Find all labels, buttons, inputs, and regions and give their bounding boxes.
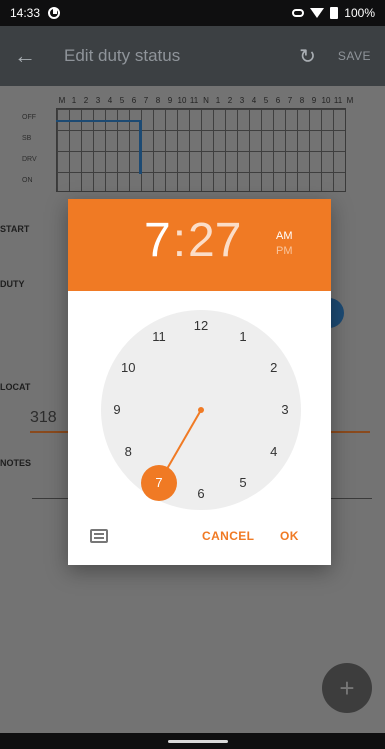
clock-number-3[interactable]: 3	[270, 400, 300, 420]
time-picker-dialog: 7 : 27 AM PM 12 1 2 3 4 5 6 7 8 9 10 11 CANCEL OK	[68, 199, 331, 565]
duty-status-line	[56, 120, 140, 122]
hour-label: M	[346, 96, 354, 105]
wifi-icon	[310, 8, 325, 18]
hour-label: 7	[287, 96, 293, 105]
page-title: Edit duty status	[64, 46, 181, 65]
add-fab-button[interactable]: +	[322, 663, 372, 713]
hour-label: 5	[119, 96, 125, 105]
time-picker-header: 7 : 27 AM PM	[68, 199, 331, 291]
log-row-label: ON	[22, 177, 33, 184]
app-bar: ← Edit duty status ↻ SAVE	[0, 26, 385, 86]
selected-time: 7 : 27	[144, 214, 242, 267]
log-row-label: OFF	[22, 114, 36, 121]
duty-label: DUTY	[0, 279, 25, 289]
hour-label: 7	[143, 96, 149, 105]
hour-label: 4	[251, 96, 257, 105]
clock-number-5[interactable]: 5	[228, 473, 258, 493]
log-row-label: SB	[22, 135, 32, 142]
duty-status-change	[139, 120, 142, 174]
duty-log-grid: M 1 2 3 4 5 6 7 8 9 10 11 N 1 2 3 4 5 6 7 8 9 10 11 M OFF SB DRV ON	[18, 90, 368, 200]
log-row-label: DRV	[22, 156, 37, 163]
hour-label: 2	[83, 96, 89, 105]
hour-label: 2	[227, 96, 233, 105]
location-label: LOCAT	[0, 382, 31, 392]
cancel-button[interactable]: CANCEL	[202, 529, 254, 543]
hour-label: 6	[131, 96, 137, 105]
keyboard-icon[interactable]	[90, 529, 108, 543]
ok-button[interactable]: OK	[280, 529, 299, 543]
clock-center	[198, 407, 204, 413]
clock-number-10[interactable]: 10	[113, 358, 143, 378]
clock-face[interactable]: 12 1 2 3 4 5 6 7 8 9 10 11	[101, 310, 301, 510]
am-pm-toggle: AM PM	[276, 229, 293, 260]
battery-percent: 100%	[344, 6, 375, 20]
hour-label: 11	[189, 96, 199, 105]
status-bar: 14:33 100%	[0, 0, 385, 26]
dialog-actions: CANCEL OK	[68, 519, 331, 559]
system-nav-bar	[0, 733, 385, 749]
clock-number-1[interactable]: 1	[228, 327, 258, 347]
clock-number-8[interactable]: 8	[113, 442, 143, 462]
hour-label: 11	[333, 96, 343, 105]
pm-option[interactable]: PM	[276, 244, 293, 259]
hour-label: M	[58, 96, 66, 105]
hour-label: 1	[215, 96, 221, 105]
clock-number-7[interactable]: 7	[141, 464, 177, 501]
home-handle[interactable]	[168, 740, 228, 743]
clock-number-2[interactable]: 2	[259, 358, 289, 378]
vpn-icon	[292, 9, 305, 17]
hour-label: 5	[263, 96, 269, 105]
clock-number-9[interactable]: 9	[102, 400, 132, 420]
location-input[interactable]: 318	[30, 409, 57, 427]
hour-label: 1	[71, 96, 77, 105]
hour-label: 3	[239, 96, 245, 105]
hour-label: 9	[167, 96, 173, 105]
hour-label: N	[203, 96, 209, 105]
minute-display[interactable]: 27	[188, 217, 241, 265]
plus-icon: +	[339, 672, 355, 703]
back-arrow-icon[interactable]: ←	[14, 43, 54, 69]
hour-label: 10	[177, 96, 187, 105]
battery-icon	[330, 7, 339, 19]
notification-icon	[48, 7, 61, 19]
clock-number-4[interactable]: 4	[259, 442, 289, 462]
save-button[interactable]: SAVE	[338, 49, 371, 63]
hour-display[interactable]: 7	[144, 217, 171, 265]
status-time: 14:33	[10, 6, 41, 20]
hour-label: 8	[155, 96, 161, 105]
refresh-icon[interactable]: ↻	[299, 44, 316, 69]
clock-number-6[interactable]: 6	[186, 484, 216, 504]
clock-number-11[interactable]: 11	[144, 327, 174, 347]
clock-number-12[interactable]: 12	[186, 316, 216, 336]
hour-label: 3	[95, 96, 101, 105]
hour-labels: M 1 2 3 4 5 6 7 8 9 10 11 N 1 2 3 4 5 6 7 8 9 10 11 M	[56, 96, 356, 105]
am-option[interactable]: AM	[276, 229, 293, 244]
hour-label: 4	[107, 96, 113, 105]
hour-label: 6	[275, 96, 281, 105]
hour-label: 9	[311, 96, 317, 105]
notes-label: NOTES	[0, 458, 32, 468]
start-label: START	[0, 224, 30, 234]
hour-label: 8	[299, 96, 305, 105]
hour-label: 10	[321, 96, 331, 105]
